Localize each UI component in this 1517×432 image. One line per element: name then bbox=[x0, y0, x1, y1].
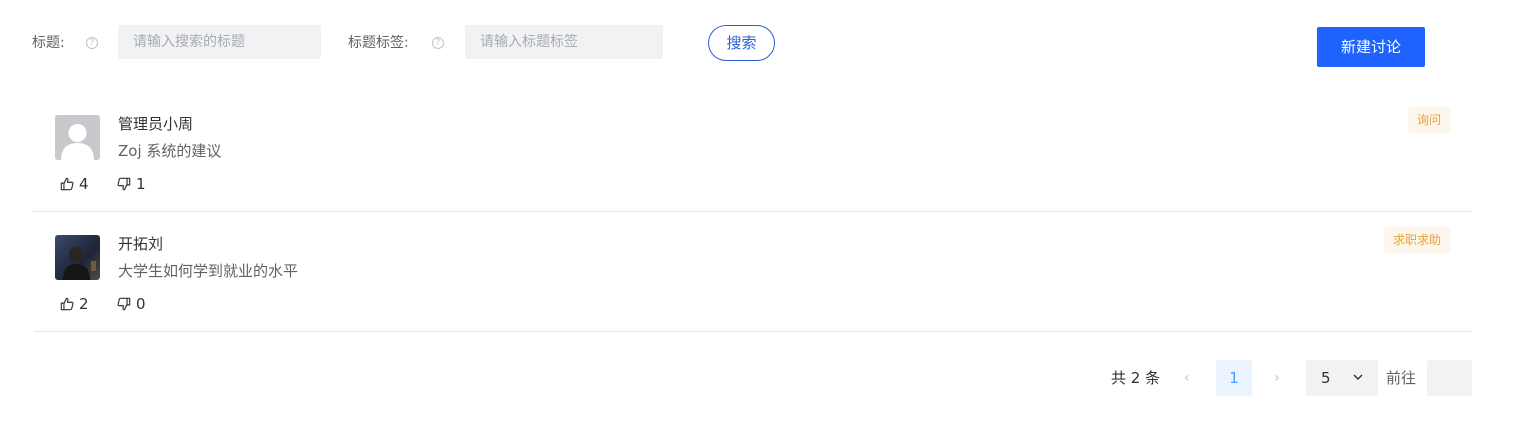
search-bar: 标题: ? 标题标签: ? 搜索 新建讨论 bbox=[0, 0, 1517, 90]
category-tag: 询问 bbox=[1407, 107, 1450, 133]
next-page-icon[interactable]: › bbox=[1274, 368, 1280, 388]
post-title[interactable]: 大学生如何学到就业的水平 bbox=[118, 261, 298, 281]
new-discussion-button[interactable]: 新建讨论 bbox=[1317, 27, 1425, 67]
page-number-current[interactable]: 1 bbox=[1216, 360, 1252, 396]
dislike-count: 0 bbox=[136, 295, 146, 313]
pagination-total: 共 2 条 bbox=[1111, 369, 1161, 387]
post-author[interactable]: 开拓刘 bbox=[118, 234, 163, 254]
tag-search-input[interactable] bbox=[465, 25, 663, 59]
user-photo-avatar bbox=[55, 235, 100, 280]
help-icon[interactable]: ? bbox=[432, 37, 444, 49]
chevron-down-icon bbox=[1353, 374, 1363, 380]
help-icon[interactable]: ? bbox=[86, 37, 98, 49]
page-size-value: 5 bbox=[1321, 369, 1331, 387]
prev-page-icon[interactable]: ‹ bbox=[1184, 368, 1190, 388]
page-size-select[interactable]: 5 bbox=[1306, 360, 1378, 396]
dislike-button[interactable]: 1 bbox=[117, 174, 146, 194]
thumbs-down-icon bbox=[117, 177, 131, 191]
like-count: 4 bbox=[79, 175, 89, 193]
thumbs-down-icon bbox=[117, 297, 131, 311]
like-button[interactable]: 2 bbox=[60, 294, 89, 314]
goto-page-input[interactable] bbox=[1427, 360, 1472, 396]
category-tag: 求职求助 bbox=[1383, 227, 1450, 253]
list-item[interactable]: 开拓刘 大学生如何学到就业的水平 2 0 求职求助 bbox=[34, 212, 1472, 332]
goto-label: 前往 bbox=[1386, 369, 1417, 387]
title-search-input[interactable] bbox=[118, 25, 321, 59]
avatar[interactable] bbox=[55, 235, 100, 280]
like-count: 2 bbox=[79, 295, 89, 313]
post-title[interactable]: Zoj 系统的建议 bbox=[118, 141, 221, 161]
dislike-count: 1 bbox=[136, 175, 146, 193]
title-label: 标题: bbox=[32, 35, 65, 51]
list-item[interactable]: 管理员小周 Zoj 系统的建议 4 1 询问 bbox=[32, 92, 1472, 212]
tag-label: 标题标签: bbox=[348, 35, 409, 51]
dislike-button[interactable]: 0 bbox=[117, 294, 146, 314]
thumbs-up-icon bbox=[60, 177, 74, 191]
search-button[interactable]: 搜索 bbox=[708, 25, 775, 61]
post-author[interactable]: 管理员小周 bbox=[118, 114, 193, 134]
like-button[interactable]: 4 bbox=[60, 174, 89, 194]
default-avatar-icon bbox=[55, 115, 100, 160]
thumbs-up-icon bbox=[60, 297, 74, 311]
avatar[interactable] bbox=[55, 115, 100, 160]
